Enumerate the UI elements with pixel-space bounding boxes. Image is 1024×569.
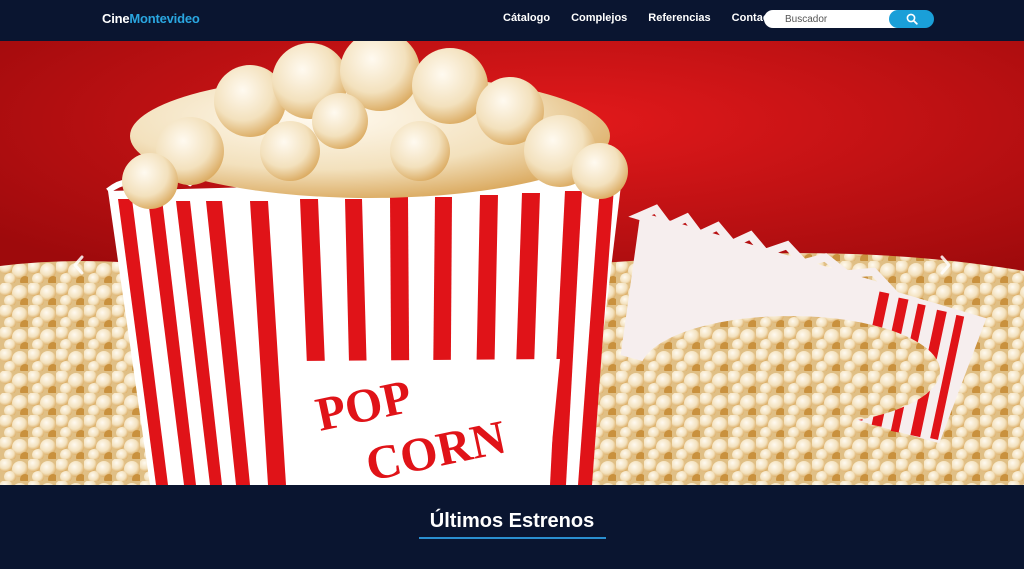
section-title: Últimos Estrenos (429, 510, 595, 532)
title-underline (419, 537, 606, 539)
chevron-right-icon (940, 255, 951, 275)
chevron-left-icon (73, 255, 84, 275)
search-bar (764, 10, 934, 28)
nav-item-catalogo[interactable]: Cátalogo (503, 12, 550, 24)
carousel-prev-button[interactable] (67, 253, 91, 277)
nav-item-referencias[interactable]: Referencias (648, 12, 710, 24)
nav-menu: Cátalogo Complejos Referencias Contacto (503, 12, 779, 24)
nav-item-complejos[interactable]: Complejos (571, 12, 627, 24)
popcorn-hero-image: POP CORN (0, 41, 1024, 485)
hero-carousel: POP CORN (0, 41, 1024, 485)
navbar: CineMontevideo Cátalogo Complejos Refere… (0, 0, 1024, 41)
search-icon (906, 13, 918, 25)
brand-prefix: Cine (102, 11, 130, 26)
carousel-next-button[interactable] (933, 253, 957, 277)
search-input[interactable] (764, 10, 904, 28)
brand-accent: Montevideo (129, 11, 200, 26)
brand-logo[interactable]: CineMontevideo (102, 11, 200, 26)
search-button[interactable] (889, 10, 934, 28)
